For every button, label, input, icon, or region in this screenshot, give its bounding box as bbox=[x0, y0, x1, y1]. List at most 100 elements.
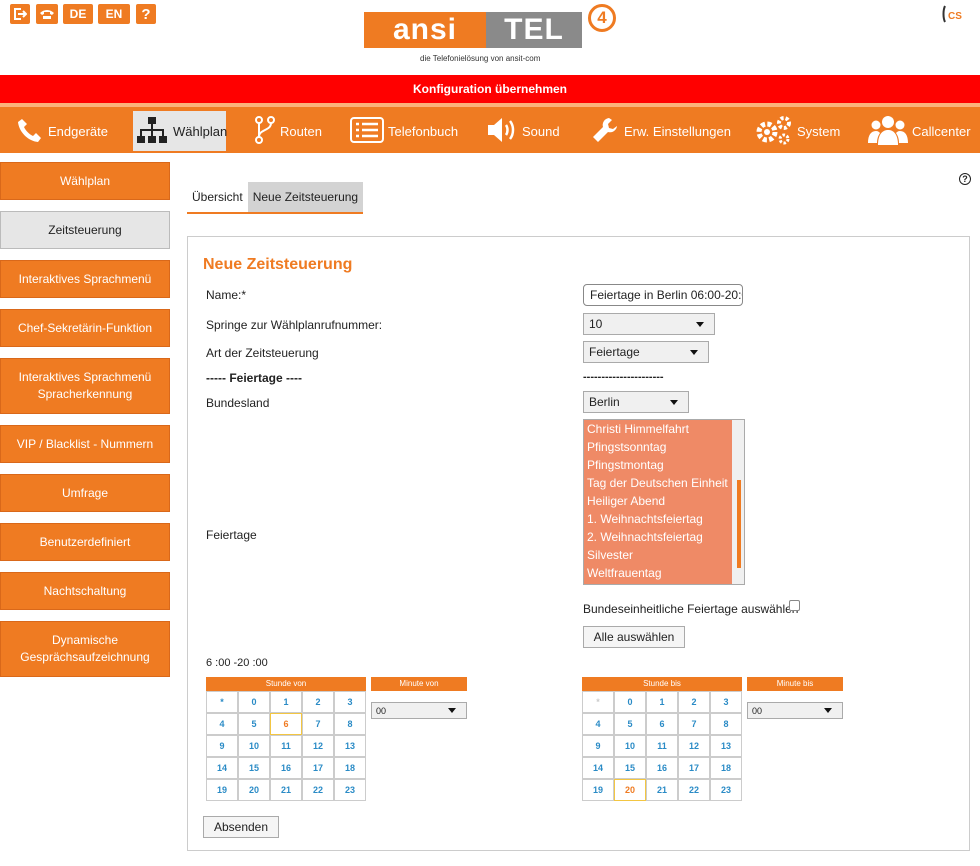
apply-config-button[interactable]: Konfiguration übernehmen bbox=[0, 75, 980, 103]
hour-from-grid: Stunde von * 0 1 2 3 4 5 6 7 8 9 10 11 12 13 14 15 16 17 18… bbox=[206, 677, 366, 801]
hour-cell[interactable]: 15 bbox=[614, 757, 646, 779]
scrollbar[interactable] bbox=[732, 420, 744, 584]
hour-cell[interactable]: 21 bbox=[646, 779, 678, 801]
hour-cell[interactable]: 7 bbox=[678, 713, 710, 735]
hour-cell[interactable]: 4 bbox=[206, 713, 238, 735]
hour-cell[interactable]: 20 bbox=[238, 779, 270, 801]
list-item[interactable]: 1. Weihnachtsfeiertag bbox=[584, 510, 744, 528]
list-item[interactable]: Tag der Deutschen Einheit bbox=[584, 474, 744, 492]
sidebar-item-waehlplan[interactable]: Wählplan bbox=[0, 162, 170, 200]
sidebar-item-chef-sekretaerin[interactable]: Chef-Sekretärin-Funktion bbox=[0, 309, 170, 347]
hour-cell[interactable]: 21 bbox=[270, 779, 302, 801]
hour-cell[interactable]: 3 bbox=[334, 691, 366, 713]
hour-cell[interactable]: 2 bbox=[302, 691, 334, 713]
hour-cell[interactable]: 16 bbox=[646, 757, 678, 779]
hour-cell[interactable]: 22 bbox=[678, 779, 710, 801]
phone-hangup-icon[interactable] bbox=[36, 4, 58, 24]
hour-cell[interactable]: 7 bbox=[302, 713, 334, 735]
type-select[interactable]: Feiertage bbox=[583, 341, 709, 363]
hour-cell[interactable]: 17 bbox=[302, 757, 334, 779]
hour-cell[interactable]: 14 bbox=[582, 757, 614, 779]
hour-cell[interactable]: 5 bbox=[238, 713, 270, 735]
holidays-multiselect[interactable]: Christi Himmelfahrt Pfingstsonntag Pfing… bbox=[583, 419, 745, 585]
help-icon[interactable]: ? bbox=[959, 173, 971, 185]
minute-to-select[interactable]: 00 bbox=[747, 702, 843, 719]
hour-cell[interactable]: 18 bbox=[710, 757, 742, 779]
sidebar-item-sprachmenue[interactable]: Interaktives Sprachmenü bbox=[0, 260, 170, 298]
nav-waehlplan[interactable]: Wählplan bbox=[133, 111, 227, 151]
hour-cell[interactable]: 8 bbox=[334, 713, 366, 735]
list-item[interactable]: Pfingstmontag bbox=[584, 456, 744, 474]
nav-erw-einstellungen[interactable]: Erw. Einstellungen bbox=[590, 111, 731, 151]
hour-cell[interactable]: 14 bbox=[206, 757, 238, 779]
sidebar-item-gespraechsaufzeichnung[interactable]: Dynamische Gesprächsaufzeichnung bbox=[0, 621, 170, 677]
hour-cell[interactable]: 6 bbox=[646, 713, 678, 735]
help-button[interactable]: ? bbox=[136, 4, 156, 24]
sidebar-item-nachtschaltung[interactable]: Nachtschaltung bbox=[0, 572, 170, 610]
nav-callcenter[interactable]: Callcenter bbox=[868, 111, 971, 151]
hour-cell[interactable]: 20 bbox=[614, 779, 646, 801]
select-all-button[interactable]: Alle auswählen bbox=[583, 626, 685, 648]
nationwide-checkbox[interactable] bbox=[789, 600, 800, 611]
hour-cell[interactable]: 5 bbox=[614, 713, 646, 735]
hour-cell[interactable]: 18 bbox=[334, 757, 366, 779]
hour-cell[interactable]: 13 bbox=[710, 735, 742, 757]
hour-cell[interactable]: 10 bbox=[614, 735, 646, 757]
sidebar-item-umfrage[interactable]: Umfrage bbox=[0, 474, 170, 512]
scrollbar-thumb[interactable] bbox=[737, 480, 741, 568]
nav-system[interactable]: System bbox=[755, 111, 840, 151]
sidebar-item-sprachmenue-spracherkennung[interactable]: Interaktives Sprachmenü Spracherkennung bbox=[0, 358, 170, 414]
nav-endgeraete[interactable]: Endgeräte bbox=[16, 111, 108, 151]
hour-cell[interactable]: 0 bbox=[238, 691, 270, 713]
name-input[interactable]: Feiertage in Berlin 06:00-20:00 bbox=[583, 284, 743, 306]
list-item[interactable]: Weltfrauentag bbox=[584, 564, 744, 582]
hour-cell[interactable]: 9 bbox=[206, 735, 238, 757]
hour-cell[interactable]: 13 bbox=[334, 735, 366, 757]
hour-cell[interactable]: 23 bbox=[334, 779, 366, 801]
list-item[interactable]: 2. Weihnachtsfeiertag bbox=[584, 528, 744, 546]
hour-cell[interactable]: 11 bbox=[270, 735, 302, 757]
hour-cell[interactable]: 1 bbox=[270, 691, 302, 713]
sidebar-item-zeitsteuerung[interactable]: Zeitsteuerung bbox=[0, 211, 170, 249]
list-item[interactable]: Pfingstsonntag bbox=[584, 438, 744, 456]
lang-de-button[interactable]: DE bbox=[63, 4, 93, 24]
hour-cell[interactable]: 22 bbox=[302, 779, 334, 801]
logout-icon[interactable] bbox=[10, 4, 30, 24]
hour-cell[interactable]: 17 bbox=[678, 757, 710, 779]
hour-cell[interactable]: 19 bbox=[582, 779, 614, 801]
hour-cell[interactable]: 15 bbox=[238, 757, 270, 779]
hour-cell[interactable]: 1 bbox=[646, 691, 678, 713]
hour-cell[interactable]: 6 bbox=[270, 713, 302, 735]
hour-cell[interactable]: * bbox=[206, 691, 238, 713]
tab-neue-zeitsteuerung[interactable]: Neue Zeitsteuerung bbox=[247, 182, 364, 212]
hour-cell[interactable]: 11 bbox=[646, 735, 678, 757]
hour-cell[interactable]: 16 bbox=[270, 757, 302, 779]
nav-telefonbuch[interactable]: Telefonbuch bbox=[350, 111, 458, 151]
hour-cell[interactable]: 8 bbox=[710, 713, 742, 735]
tab-uebersicht[interactable]: Übersicht bbox=[187, 182, 248, 212]
hour-cell[interactable]: 19 bbox=[206, 779, 238, 801]
nav-sound[interactable]: Sound bbox=[486, 111, 560, 151]
hour-cell[interactable]: 4 bbox=[582, 713, 614, 735]
jump-select[interactable]: 10 bbox=[583, 313, 715, 335]
lang-en-button[interactable]: EN bbox=[98, 4, 130, 24]
hour-cell[interactable]: 12 bbox=[678, 735, 710, 757]
cs-icon[interactable]: CS bbox=[942, 4, 966, 24]
hour-cell[interactable]: 3 bbox=[710, 691, 742, 713]
list-item[interactable]: Silvester bbox=[584, 546, 744, 564]
sidebar-item-benutzerdefiniert[interactable]: Benutzerdefiniert bbox=[0, 523, 170, 561]
state-select[interactable]: Berlin bbox=[583, 391, 689, 413]
list-item[interactable]: Heiliger Abend bbox=[584, 492, 744, 510]
submit-button[interactable]: Absenden bbox=[203, 816, 279, 838]
hour-cell[interactable]: * bbox=[582, 691, 614, 713]
hour-cell[interactable]: 2 bbox=[678, 691, 710, 713]
hour-cell[interactable]: 9 bbox=[582, 735, 614, 757]
sidebar-item-vip-blacklist[interactable]: VIP / Blacklist - Nummern bbox=[0, 425, 170, 463]
minute-from-select[interactable]: 00 bbox=[371, 702, 467, 719]
list-item[interactable]: Christi Himmelfahrt bbox=[584, 420, 744, 438]
hour-cell[interactable]: 23 bbox=[710, 779, 742, 801]
hour-cell[interactable]: 12 bbox=[302, 735, 334, 757]
nav-routen[interactable]: Routen bbox=[254, 111, 322, 151]
hour-cell[interactable]: 0 bbox=[614, 691, 646, 713]
hour-cell[interactable]: 10 bbox=[238, 735, 270, 757]
